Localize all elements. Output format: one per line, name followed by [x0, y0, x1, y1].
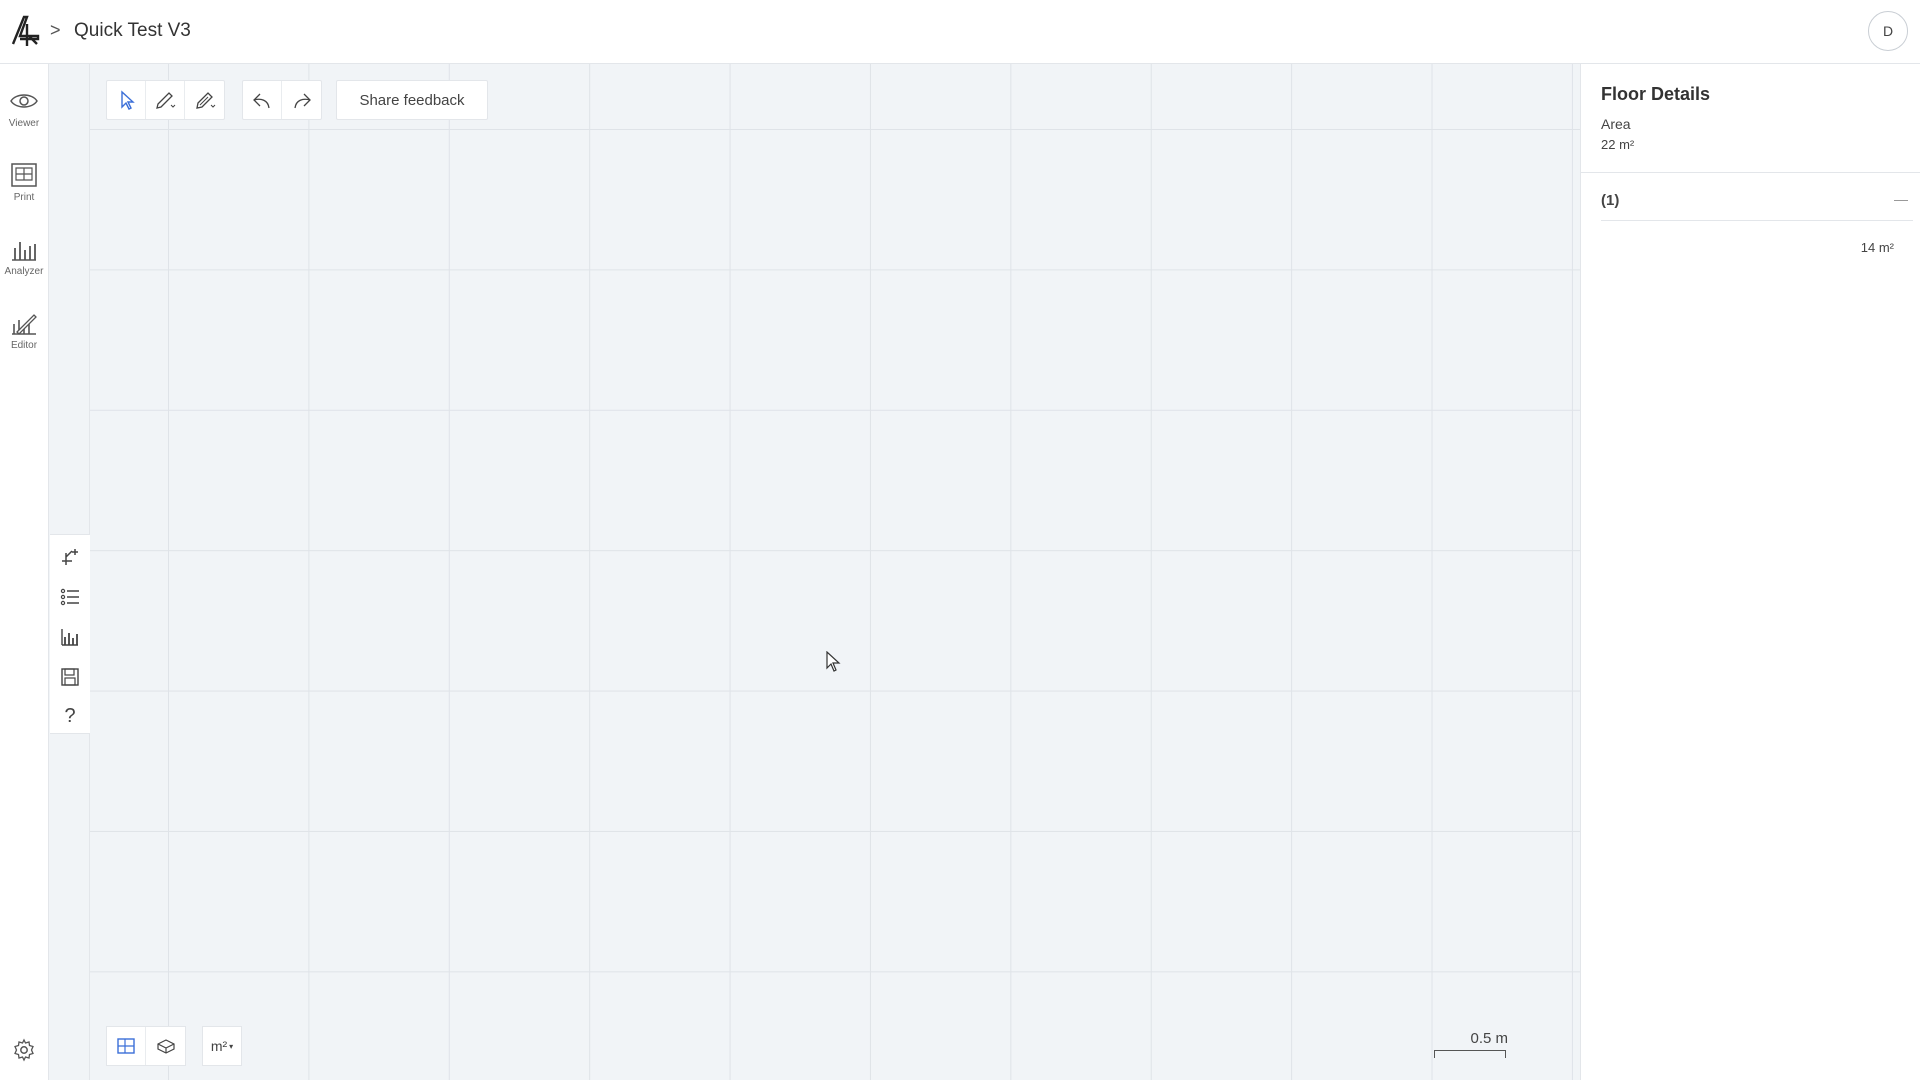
- redo-icon: [293, 93, 311, 109]
- cursor-icon: [121, 90, 135, 110]
- gear-icon[interactable]: [12, 1038, 36, 1062]
- undo-button[interactable]: [243, 81, 282, 119]
- app-logo-icon[interactable]: [10, 14, 40, 48]
- pencil-dropdown-icon: [156, 92, 176, 109]
- nav-label-print: Print: [13, 191, 35, 203]
- collapse-icon[interactable]: [1894, 200, 1908, 201]
- view-2d-button[interactable]: [107, 1027, 146, 1065]
- chart-icon[interactable]: [60, 627, 80, 647]
- undo-icon: [253, 93, 270, 109]
- nav-label-analyzer: Analyzer: [4, 265, 44, 277]
- list-icon[interactable]: [60, 587, 80, 607]
- floor-details-panel: Floor Details Area 22 m² (1) 14 m²: [1580, 64, 1920, 1080]
- scale-label: 0.5 m: [1470, 1030, 1508, 1047]
- nav-label-viewer: Viewer: [8, 117, 40, 129]
- floorplan-canvas[interactable]: [90, 64, 1580, 1080]
- edit-tool-button[interactable]: [185, 81, 224, 119]
- add-structure-icon[interactable]: [60, 547, 80, 567]
- draw-tool-button[interactable]: [146, 81, 185, 119]
- share-feedback-button[interactable]: Share feedback: [336, 80, 488, 120]
- select-tool-button[interactable]: [107, 81, 146, 119]
- user-avatar[interactable]: D: [1868, 11, 1908, 51]
- area-value: 22 m²: [1601, 137, 1635, 152]
- cube-icon: [156, 1039, 175, 1054]
- project-title[interactable]: Quick Test V3: [74, 20, 191, 42]
- eye-icon: [10, 93, 38, 108]
- unit-selector[interactable]: m² ▾: [203, 1027, 241, 1065]
- breadcrumb-separator: >: [50, 20, 61, 40]
- redo-button[interactable]: [282, 81, 321, 119]
- nav-label-editor: Editor: [10, 339, 38, 351]
- draw-tools-group: [106, 80, 225, 120]
- top-bar: > Quick Test V3 D: [0, 0, 1920, 64]
- mouse-cursor-icon: [826, 651, 841, 672]
- save-icon[interactable]: [60, 667, 80, 687]
- view-3d-button[interactable]: [146, 1027, 185, 1065]
- floorplan-icon: [117, 1038, 135, 1054]
- view-mode-group: [106, 1026, 186, 1066]
- editor-icon: [12, 313, 37, 335]
- chevron-down-icon: ▾: [229, 1041, 234, 1051]
- floor-item-area: 14 m²: [1860, 240, 1894, 255]
- print-icon: [11, 162, 37, 187]
- tool-column: ?: [50, 534, 90, 734]
- unit-label: m²: [210, 1038, 228, 1054]
- area-label: Area: [1601, 116, 1631, 132]
- item-divider: [1601, 220, 1913, 221]
- unit-group: m² ▾: [202, 1026, 242, 1066]
- nav-item-print[interactable]: Print: [0, 146, 48, 218]
- scale-indicator: 0.5 m: [1434, 1030, 1508, 1060]
- left-nav: Viewer Print Analyzer Editor: [0, 64, 49, 1080]
- scale-bar: [1434, 1050, 1506, 1058]
- panel-divider: [1581, 172, 1920, 173]
- nav-item-viewer[interactable]: Viewer: [0, 72, 48, 144]
- panel-title: Floor Details: [1601, 84, 1711, 104]
- tool-strip: ?: [49, 64, 90, 1080]
- bar-chart-icon: [12, 241, 36, 261]
- history-group: [242, 80, 322, 120]
- pen-dropdown-icon: [195, 92, 215, 109]
- nav-item-analyzer[interactable]: Analyzer: [0, 220, 48, 292]
- floor-item-title[interactable]: (1): [1601, 192, 1619, 209]
- help-icon[interactable]: ?: [60, 705, 80, 727]
- nav-item-editor[interactable]: Editor: [0, 294, 48, 366]
